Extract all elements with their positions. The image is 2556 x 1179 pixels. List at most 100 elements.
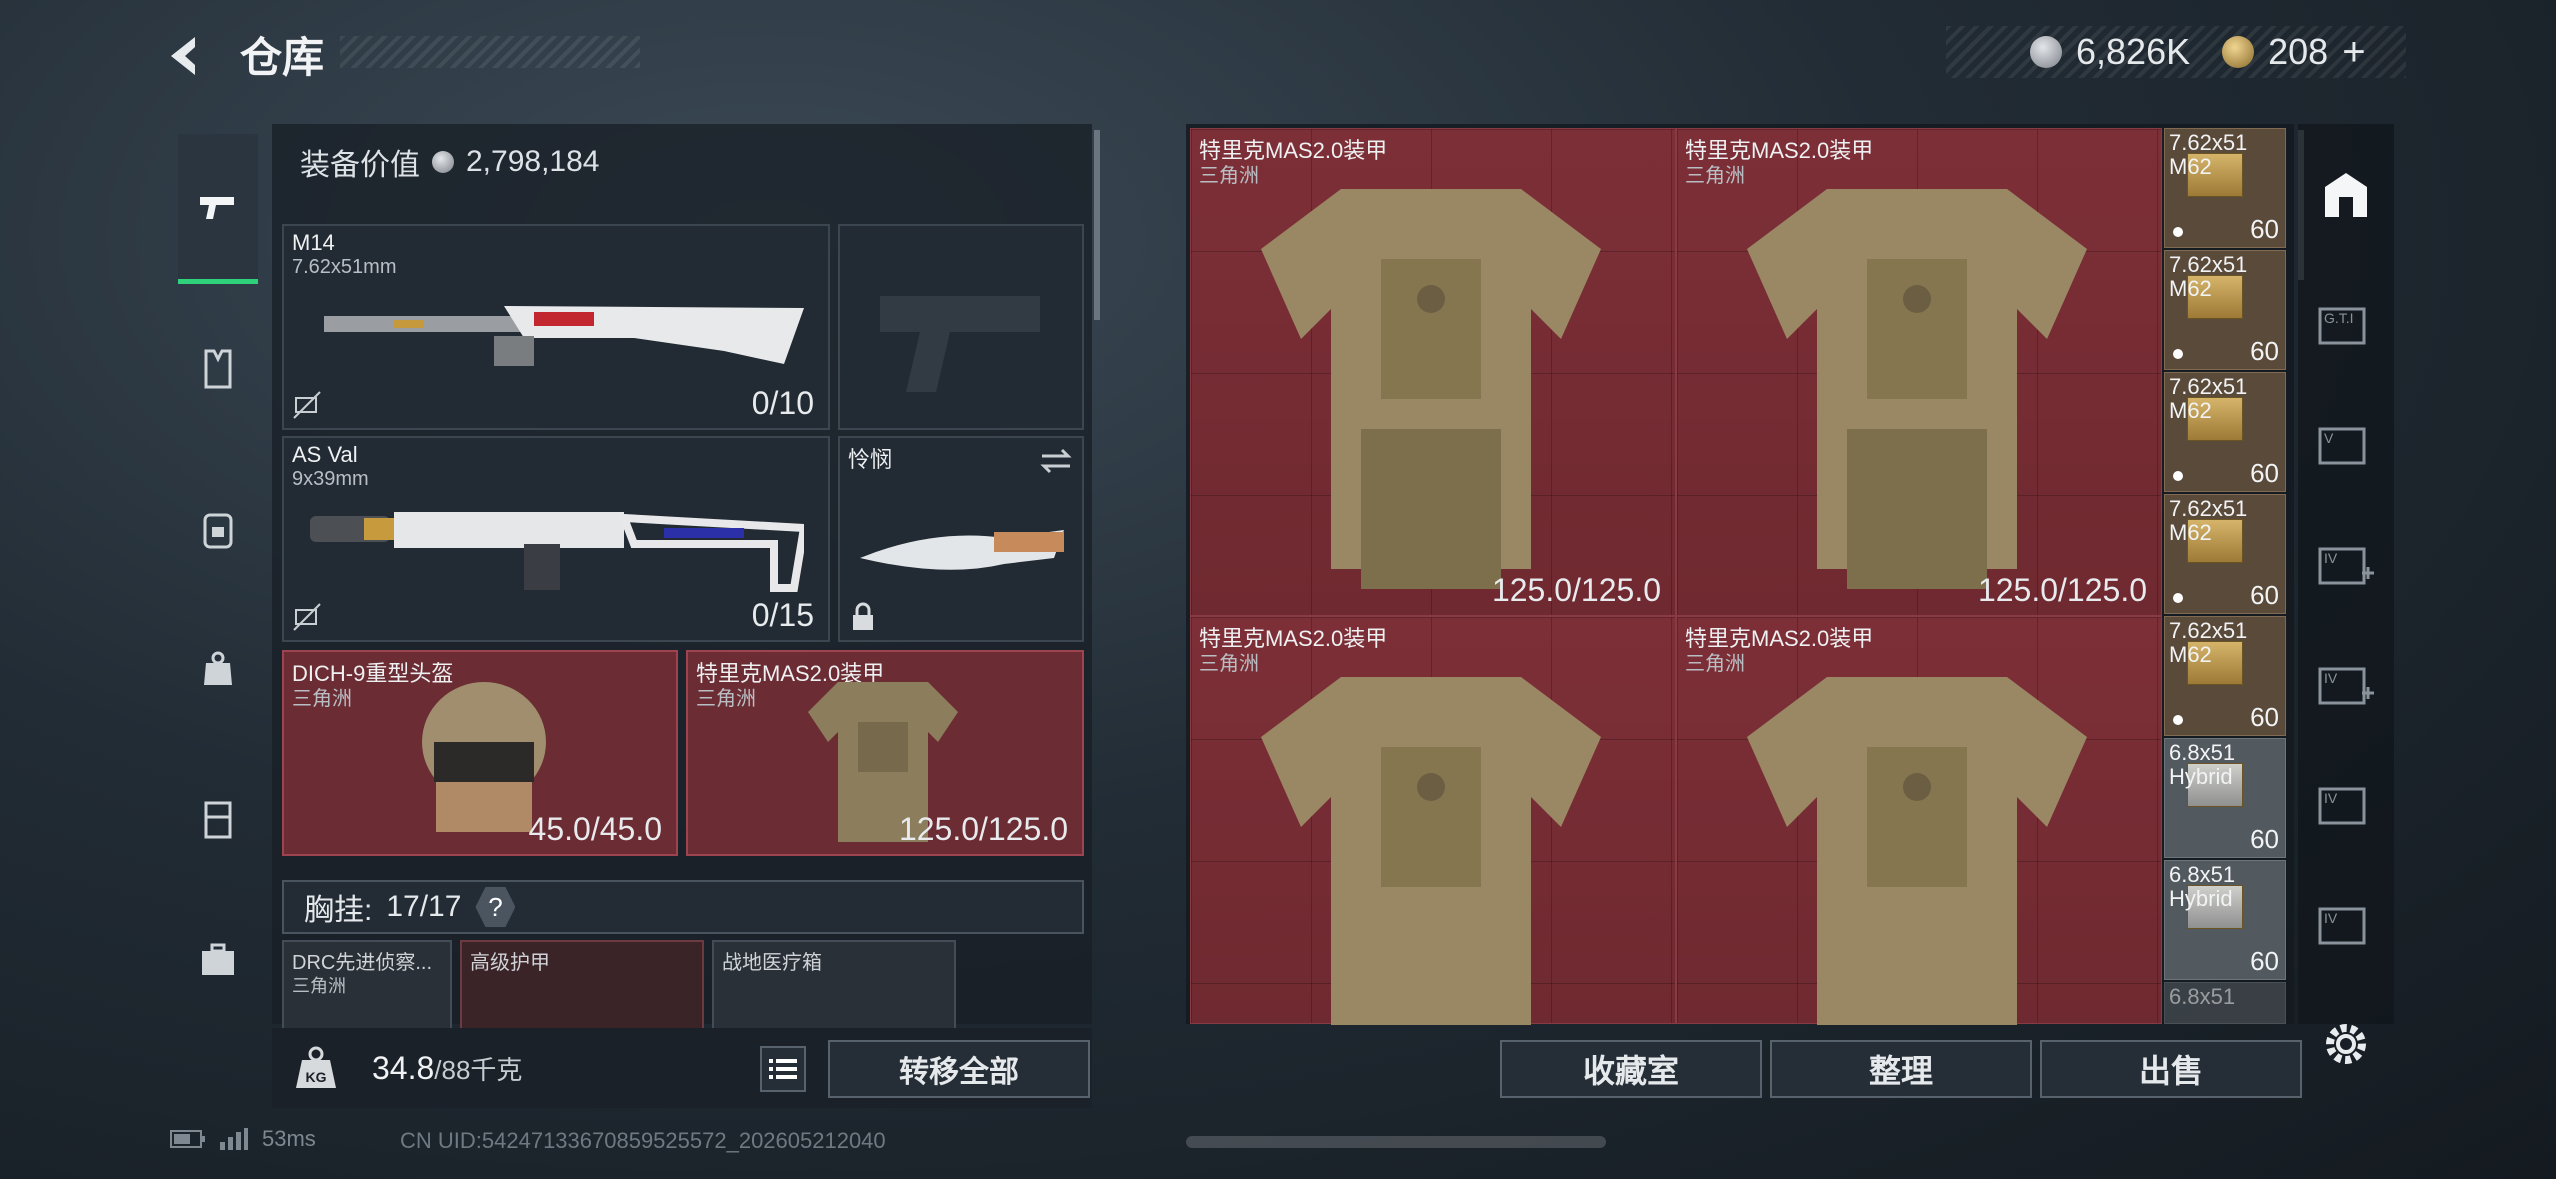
rifle-image [310,512,804,592]
vest-icon [204,349,232,389]
ammo-count: 60 [2250,336,2279,366]
rail-item-toolbox[interactable] [178,884,258,1034]
stash-item-ammo[interactable]: 7.62x51 M62 60 [2164,494,2286,614]
list-view-button[interactable] [760,1046,806,1092]
ammo-dot [2173,471,2183,481]
armor-image [1261,677,1601,1025]
stash-item-ammo[interactable]: 7.62x51 M62 60 [2164,616,2286,736]
transfer-all-button[interactable]: 转移全部 [828,1040,1090,1098]
rail-item-pouch[interactable] [178,594,258,744]
tab-storage-4[interactable]: IV [2316,654,2376,714]
ping-readout: 53ms [262,1126,316,1151]
storage-box-icon: V [2318,427,2366,465]
item-durability: 125.0/125.0 [1977,572,2147,608]
stash-item-ammo[interactable]: 6.8x51 Hybrid 60 [2164,738,2286,858]
settings-button[interactable] [2318,1016,2374,1072]
rig-item-faction: 三角洲 [292,976,346,996]
ammo-count: 60 [2250,214,2279,244]
toolbox-icon [202,943,234,975]
pistol-icon [200,196,234,219]
ammo-count: 60 [2250,458,2279,488]
armor-image [1261,189,1601,589]
melee-slot[interactable]: 怜悯 [838,436,1084,642]
pistol-placeholder-icon [880,296,1040,392]
tab-storage-2[interactable]: V [2316,414,2376,474]
rail-item-weapons[interactable] [178,134,258,284]
category-rail [170,124,264,1044]
ammo-count: 60 [2250,946,2279,976]
stash-item-ammo[interactable]: 6.8x51 Hybrid 60 [2164,860,2286,980]
rig-item[interactable]: DRC先进侦察... 三角洲 [282,940,452,1030]
list-icon [769,1059,797,1079]
ammo-count: 0/15 [751,597,814,633]
rig-item[interactable]: 高级护甲 [460,940,704,1030]
ammo-count: 60 [2250,702,2279,732]
stash-item-ammo[interactable]: 7.62x51 M62 60 [2164,372,2286,492]
tab-storage-5[interactable]: IV [2316,774,2376,834]
rig-item-name: 战地医疗箱 [722,952,822,974]
ammo-dot [2173,349,2183,359]
weight-readout: 34.8/88千克 [372,1050,522,1087]
ammo-name: 7.62x51 M62 [2169,252,2248,301]
collection-button[interactable]: 收藏室 [1500,1040,1762,1098]
equip-value-amount: 2,798,184 [466,145,600,178]
gear-icon [2326,1024,2366,1064]
sell-button[interactable]: 出售 [2040,1040,2302,1098]
kg-label: KG [306,1069,327,1085]
system-status: 53ms [170,1126,316,1152]
ammo-dot [2173,593,2183,603]
rig-label: 胸挂: [304,894,373,927]
rail-item-backpack[interactable] [178,454,258,604]
secondary-weapon-slot[interactable]: AS Val 9x39mm 0/15 [282,436,830,642]
stash-item-armor[interactable]: 特里克MAS2.0装甲 三角洲 125.0/125.0 [1676,128,2162,616]
storage-add-icon: IV [2318,667,2374,705]
help-button[interactable]: ? [475,887,516,927]
ammo-count: 60 [2250,580,2279,610]
swap-icon[interactable] [1038,446,1074,476]
rail-item-vest[interactable] [178,294,258,444]
helmet-faction: 三角洲 [292,688,352,710]
svg-text:IV: IV [2324,790,2338,806]
stash-item-armor[interactable]: 特里克MAS2.0装甲 三角洲 125.0/125.0 [1190,128,1676,616]
add-currency-button[interactable]: + [2342,30,2365,75]
tab-storage-3[interactable]: IV [2316,534,2376,594]
tab-storage-6[interactable]: IV [2316,894,2376,954]
horizontal-scrollbar[interactable] [1186,1136,1606,1148]
tab-storage-1[interactable]: G.T.I [2316,294,2376,354]
rail-item-case[interactable] [178,744,258,894]
weight-current: 34.8 [372,1050,435,1086]
stash-item-ammo[interactable]: 6.8x51 [2164,982,2286,1024]
armor-image [1747,677,2087,1025]
ammo-name: 7.62x51 M62 [2169,374,2248,423]
no-attachments-icon [293,391,321,419]
storage-box-icon: IV [2318,787,2366,825]
back-arrow-icon [171,37,195,75]
knife-image [860,530,1064,570]
signal-icon [220,1128,248,1150]
stash-item-armor[interactable]: 特里克MAS2.0装甲 三角洲 [1676,616,2162,1025]
primary-weapon-slot[interactable]: M14 7.62x51mm 0/10 [282,224,830,430]
armor-slot[interactable]: 特里克MAS2.0装甲 三角洲 125.0/125.0 [686,650,1084,856]
weight-icon: KG [296,1046,336,1088]
sort-button[interactable]: 整理 [1770,1040,2032,1098]
stash-item-armor[interactable]: 特里克MAS2.0装甲 三角洲 [1190,616,1676,1025]
loadout-footer: KG 34.8/88千克 转移全部 [272,1028,1092,1108]
ammo-dot [2173,227,2183,237]
stash-item-ammo[interactable]: 7.62x51 M62 60 [2164,128,2286,248]
gold-amount: 208 [2268,31,2329,72]
back-button[interactable] [160,28,216,84]
sidearm-slot-empty[interactable] [838,224,1084,430]
loadout-scrollbar[interactable] [1094,130,1100,320]
stash-item-ammo[interactable]: 7.62x51 M62 60 [2164,250,2286,370]
silver-coin-icon [2030,36,2062,68]
home-stash-icon [2325,173,2367,217]
equip-value-label: 装备价值 [300,149,420,182]
tab-main-stash[interactable] [2316,164,2376,224]
rifle-image [324,306,804,366]
no-attachments-icon [293,603,321,631]
rig-item-name: 高级护甲 [470,952,550,974]
helmet-slot[interactable]: DICH-9重型头盔 三角洲 45.0/45.0 [282,650,678,856]
silver-coin-icon [432,151,454,173]
armor-image [1747,189,2087,589]
rig-item[interactable]: 战地医疗箱 [712,940,956,1030]
